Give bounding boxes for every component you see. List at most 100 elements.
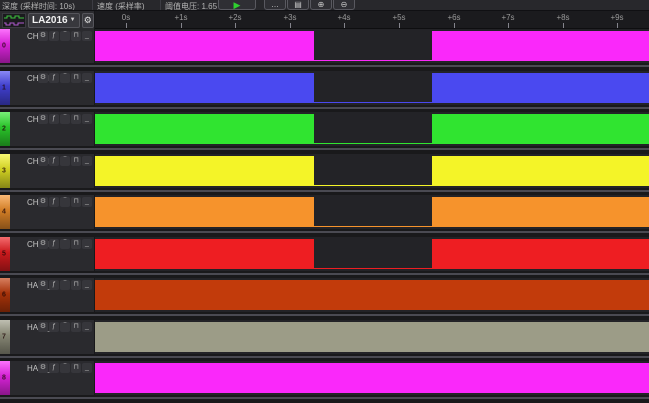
channel-trigger-high-icon[interactable]: ‾ <box>60 114 70 124</box>
waveform-track[interactable] <box>95 195 649 229</box>
channel-color-strip[interactable]: 8 <box>0 361 10 395</box>
channel-settings-gear-icon[interactable]: ⚙ <box>38 156 48 166</box>
channel-frequency-icon[interactable]: ƒ <box>49 239 59 249</box>
channel-trigger-low-icon[interactable]: _ <box>82 239 92 249</box>
channel-settings-gear-icon[interactable]: ⚙ <box>38 280 48 290</box>
waveform-track[interactable] <box>95 361 649 395</box>
channel-settings-gear-icon[interactable]: ⚙ <box>38 114 48 124</box>
device-select-dropdown[interactable]: LA2016 ▼ <box>28 13 80 28</box>
start-capture-button[interactable]: ▶ <box>218 0 256 10</box>
waveform-track[interactable] <box>95 112 649 146</box>
waveform-high-segment <box>432 156 649 186</box>
channel-number: 1 <box>2 84 6 91</box>
channel-frequency-icon[interactable]: ƒ <box>49 280 59 290</box>
device-settings-button[interactable]: ⚙ <box>82 13 94 28</box>
channel-color-strip[interactable]: 4 <box>0 195 10 229</box>
channel-color-strip[interactable]: 7 <box>0 320 10 354</box>
channel-settings-gear-icon[interactable]: ⚙ <box>38 239 48 249</box>
channel-trigger-high-icon[interactable]: ‾ <box>60 322 70 332</box>
channel-trigger-low-icon[interactable]: _ <box>82 322 92 332</box>
waveform-track[interactable] <box>95 320 649 354</box>
channel-settings-gear-icon[interactable]: ⚙ <box>38 73 48 83</box>
channel-trigger-high-icon[interactable]: ‾ <box>60 73 70 83</box>
ruler-tick-label: +6s <box>447 13 460 22</box>
toolbar-divider <box>160 0 161 11</box>
channel-trigger-high-icon[interactable]: ‾ <box>60 31 70 41</box>
channel-number: 8 <box>2 375 6 382</box>
waveform-high-segment <box>432 73 649 103</box>
ruler-tick-label: +9s <box>610 13 623 22</box>
channel-trigger-edge-icon[interactable]: ⊓ <box>71 73 81 83</box>
row-separator <box>0 229 649 237</box>
waveform-high-segment <box>432 197 649 227</box>
zoom-out-button[interactable]: ⊖ <box>333 0 355 10</box>
channel-trigger-high-icon[interactable]: ‾ <box>60 197 70 207</box>
channel-trigger-high-icon[interactable]: ‾ <box>60 280 70 290</box>
waveform-track[interactable] <box>95 237 649 271</box>
ruler-tick-label: +3s <box>283 13 296 22</box>
ruler-tick-label: +8s <box>556 13 569 22</box>
channel-row-hall_v: 7 HALL_V ⚙ ƒ ‾ ⊓ _ <box>0 320 649 362</box>
channel-trigger-edge-icon[interactable]: ⊓ <box>71 363 81 373</box>
channel-trigger-high-icon[interactable]: ‾ <box>60 239 70 249</box>
ruler-tick-label: +5s <box>392 13 405 22</box>
ruler-tick-mark <box>563 23 564 28</box>
channel-frequency-icon[interactable]: ƒ <box>49 156 59 166</box>
channel-header: 4 CH3 ⚙ ƒ ‾ ⊓ _ <box>0 195 95 229</box>
channel-frequency-icon[interactable]: ƒ <box>49 73 59 83</box>
channel-trigger-low-icon[interactable]: _ <box>82 156 92 166</box>
channel-trigger-edge-icon[interactable]: ⊓ <box>71 280 81 290</box>
row-separator <box>0 105 649 113</box>
channel-color-strip[interactable]: 6 <box>0 278 10 312</box>
channel-trigger-low-icon[interactable]: _ <box>82 31 92 41</box>
channel-trigger-low-icon[interactable]: _ <box>82 280 92 290</box>
channel-frequency-icon[interactable]: ƒ <box>49 197 59 207</box>
waveform-high-segment <box>95 156 314 186</box>
channel-trigger-low-icon[interactable]: _ <box>82 197 92 207</box>
channel-trigger-edge-icon[interactable]: ⊓ <box>71 239 81 249</box>
channel-color-strip[interactable]: 3 <box>0 154 10 188</box>
waveform-track[interactable] <box>95 278 649 312</box>
channel-number: 3 <box>2 167 6 174</box>
ruler-tick-mark <box>399 23 400 28</box>
channel-frequency-icon[interactable]: ƒ <box>49 322 59 332</box>
channel-header: 5 CH3N ⚙ ƒ ‾ ⊓ _ <box>0 237 95 271</box>
channel-trigger-low-icon[interactable]: _ <box>82 73 92 83</box>
channel-color-strip[interactable]: 2 <box>0 112 10 146</box>
waveform-track[interactable] <box>95 71 649 105</box>
channel-trigger-edge-icon[interactable]: ⊓ <box>71 197 81 207</box>
channel-settings-gear-icon[interactable]: ⚙ <box>38 322 48 332</box>
channel-trigger-edge-icon[interactable]: ⊓ <box>71 156 81 166</box>
waveform-high-segment <box>95 73 314 103</box>
channel-settings-gear-icon[interactable]: ⚙ <box>38 363 48 373</box>
waveform-low-baseline <box>314 60 432 61</box>
device-panel: LA2016 ▼ ⚙ <box>0 11 95 29</box>
channel-row-ch3: 4 CH3 ⚙ ƒ ‾ ⊓ _ <box>0 195 649 237</box>
channel-frequency-icon[interactable]: ƒ <box>49 363 59 373</box>
channel-frequency-icon[interactable]: ƒ <box>49 31 59 41</box>
waveform-high-segment <box>432 114 649 144</box>
waveform-track[interactable] <box>95 154 649 188</box>
row-separator <box>0 63 649 71</box>
channel-frequency-icon[interactable]: ƒ <box>49 114 59 124</box>
channel-settings-gear-icon[interactable]: ⚙ <box>38 31 48 41</box>
channel-settings-gear-icon[interactable]: ⚙ <box>38 197 48 207</box>
export-button[interactable]: ▤ <box>287 0 309 10</box>
channel-color-strip[interactable]: 0 <box>0 29 10 63</box>
channel-trigger-high-icon[interactable]: ‾ <box>60 156 70 166</box>
time-ruler[interactable]: 0s+1s+2s+3s+4s+5s+6s+7s+8s+9s <box>95 11 649 29</box>
channel-trigger-low-icon[interactable]: _ <box>82 363 92 373</box>
channel-trigger-edge-icon[interactable]: ⊓ <box>71 31 81 41</box>
zoom-in-button[interactable]: ⊕ <box>310 0 332 10</box>
device-and-ruler-row: LA2016 ▼ ⚙ 0s+1s+2s+3s+4s+5s+6s+7s+8s+9s <box>0 11 649 29</box>
channel-trigger-high-icon[interactable]: ‾ <box>60 363 70 373</box>
channel-row-ch2: 2 CH2 ⚙ ƒ ‾ ⊓ _ <box>0 112 649 154</box>
channel-row-ch1n: 1 CH1N ⚙ ƒ ‾ ⊓ _ <box>0 71 649 113</box>
more-options-button[interactable]: … <box>264 0 286 10</box>
channel-trigger-low-icon[interactable]: _ <box>82 114 92 124</box>
channel-color-strip[interactable]: 5 <box>0 237 10 271</box>
channel-trigger-edge-icon[interactable]: ⊓ <box>71 322 81 332</box>
waveform-track[interactable] <box>95 29 649 63</box>
channel-trigger-edge-icon[interactable]: ⊓ <box>71 114 81 124</box>
channel-color-strip[interactable]: 1 <box>0 71 10 105</box>
